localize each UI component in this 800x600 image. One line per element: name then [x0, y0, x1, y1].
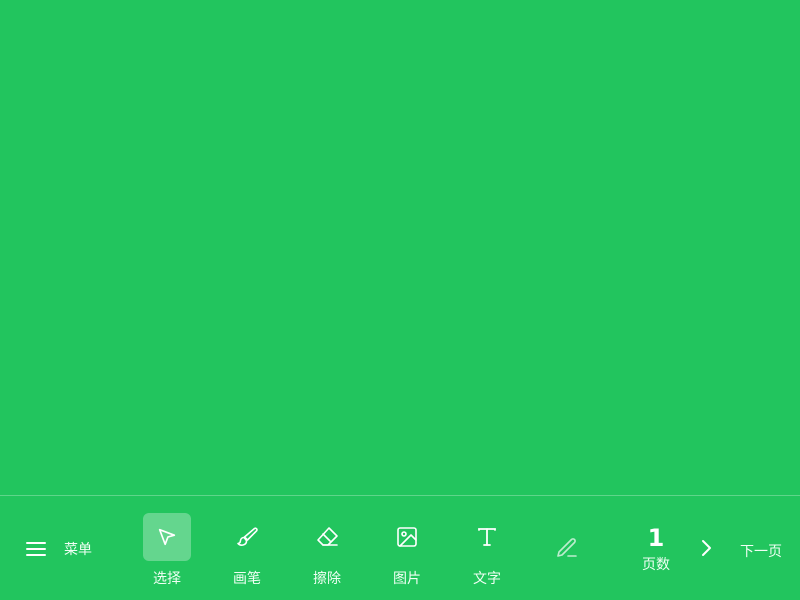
bottom-toolbar: 菜单 选择 画笔 擦除 图片 文字 1 页数 下一页: [0, 495, 800, 600]
image-icon: [395, 525, 419, 549]
eraser-icon: [315, 525, 339, 549]
drawing-canvas[interactable]: [0, 0, 800, 495]
page-count-label: 页数: [642, 557, 670, 573]
pen-tool-button[interactable]: [553, 534, 581, 562]
tool-erase-label: 擦除: [313, 571, 341, 587]
tool-erase-button[interactable]: 擦除: [297, 513, 357, 589]
pen-icon: [555, 536, 579, 560]
tool-select-button[interactable]: 选择: [137, 513, 197, 589]
tool-image-label: 图片: [393, 571, 421, 587]
tool-select-label: 选择: [153, 571, 181, 587]
cursor-arrow-icon: [156, 526, 178, 548]
menu-button[interactable]: 菜单: [18, 533, 92, 565]
tool-text-button[interactable]: 文字: [457, 513, 517, 589]
brush-icon: [235, 525, 259, 549]
chevron-right-icon: [698, 538, 714, 558]
tool-brush-label: 画笔: [233, 571, 261, 587]
menu-label: 菜单: [64, 542, 92, 558]
next-page-button[interactable]: 下一页: [740, 541, 782, 561]
page-counter: 1 页数: [630, 524, 682, 574]
page-number: 1: [647, 524, 665, 552]
tool-text-label: 文字: [473, 571, 501, 587]
tool-brush-button[interactable]: 画笔: [217, 513, 277, 589]
text-icon: [475, 525, 499, 549]
tool-image-button[interactable]: 图片: [377, 513, 437, 589]
next-page-chevron-button[interactable]: [694, 536, 718, 560]
hamburger-menu-icon: [18, 533, 54, 565]
